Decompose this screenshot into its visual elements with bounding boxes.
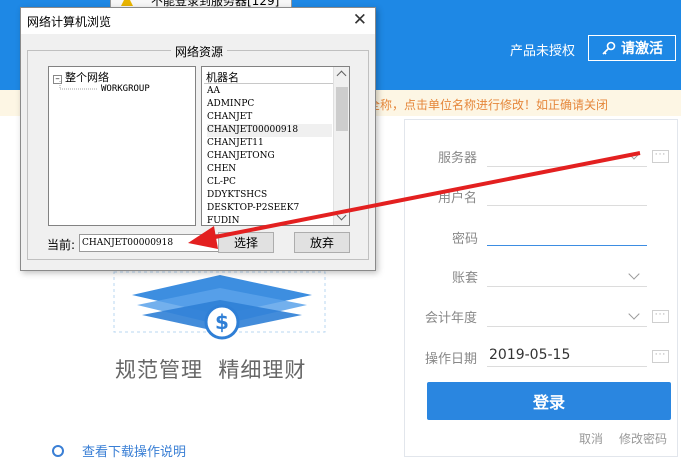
annotation-arrow <box>188 151 641 249</box>
